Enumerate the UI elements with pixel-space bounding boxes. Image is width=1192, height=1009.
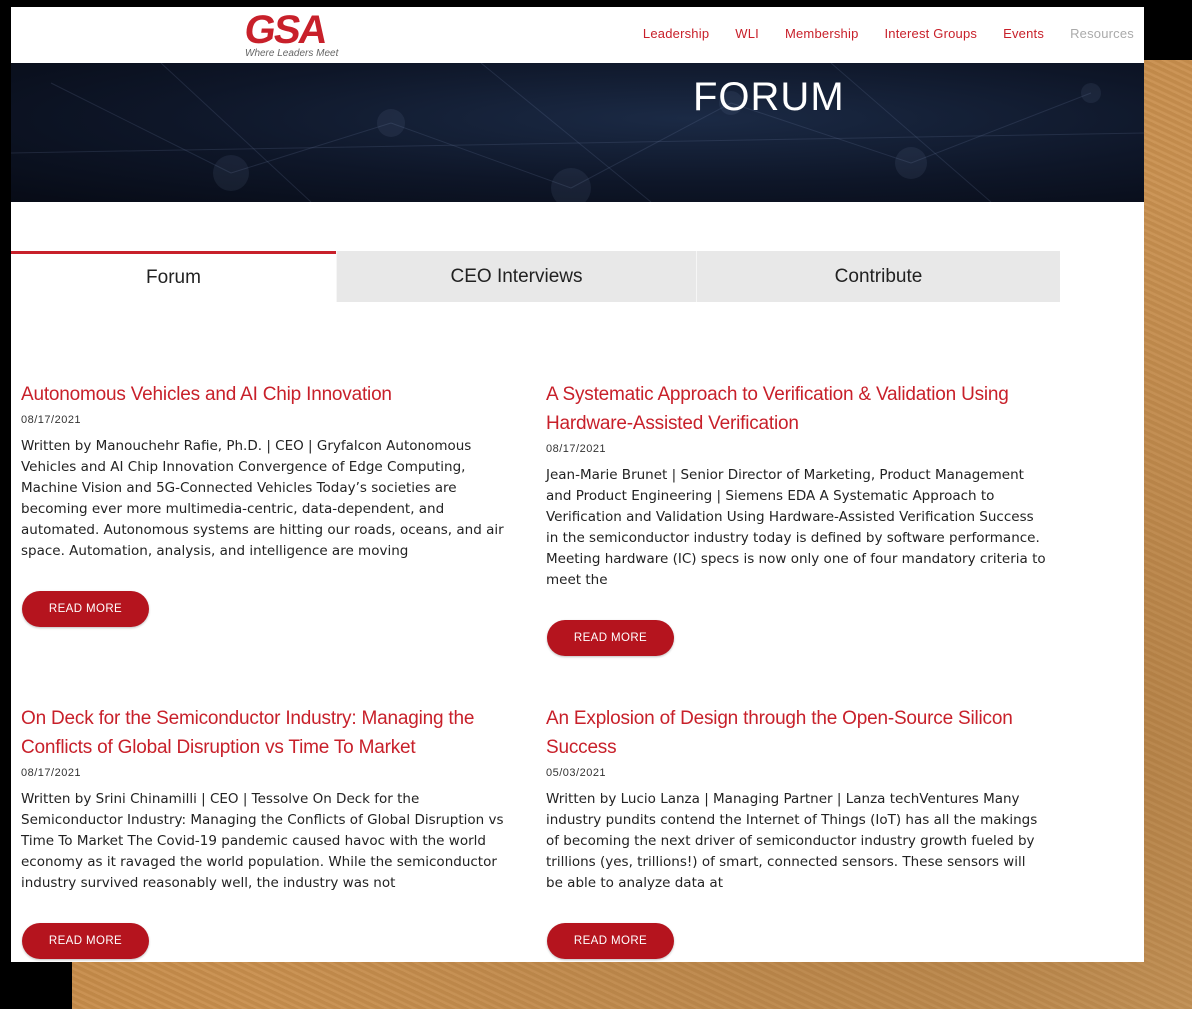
article-title[interactable]: On Deck for the Semiconductor Industry: …	[21, 704, 521, 762]
tab-contribute[interactable]: Contribute	[696, 251, 1060, 302]
nav-interest-groups[interactable]: Interest Groups	[885, 26, 978, 41]
nav-wli[interactable]: WLI	[735, 26, 759, 41]
article-excerpt: Jean-Marie Brunet | Senior Director of M…	[546, 467, 1046, 588]
article-card: On Deck for the Semiconductor Industry: …	[21, 704, 521, 894]
site-header: GSA Where Leaders Meet Leadership WLI Me…	[11, 7, 1144, 63]
logo-tagline: Where Leaders Meet	[245, 48, 339, 59]
article-excerpt: Written by Srini Chinamilli | CEO | Tess…	[21, 791, 504, 891]
article-date: 05/03/2021	[546, 767, 607, 779]
article-date: 08/17/2021	[21, 414, 82, 426]
article-date: 08/17/2021	[21, 767, 82, 779]
article-title[interactable]: A Systematic Approach to Verification & …	[546, 380, 1046, 438]
article-date: 08/17/2021	[546, 443, 607, 455]
article-excerpt: Written by Lucio Lanza | Managing Partne…	[546, 791, 1038, 891]
read-more-button[interactable]: READ MORE	[22, 591, 149, 627]
main-nav: Leadership WLI Membership Interest Group…	[643, 26, 1134, 41]
logo-mark: GSA	[241, 8, 329, 52]
tab-forum[interactable]: Forum	[11, 251, 336, 302]
tab-ceo-interviews[interactable]: CEO Interviews	[336, 251, 696, 302]
nav-membership[interactable]: Membership	[785, 26, 859, 41]
tab-bar: Forum CEO Interviews Contribute	[11, 251, 1060, 302]
network-pattern	[11, 63, 1144, 202]
article-card: A Systematic Approach to Verification & …	[546, 380, 1046, 591]
read-more-button[interactable]: READ MORE	[547, 620, 674, 656]
article-title[interactable]: Autonomous Vehicles and AI Chip Innovati…	[21, 380, 521, 409]
article-card: An Explosion of Design through the Open-…	[546, 704, 1046, 894]
nav-resources[interactable]: Resources	[1070, 26, 1134, 41]
article-excerpt: Written by Manouchehr Rafie, Ph.D. | CEO…	[21, 438, 504, 559]
read-more-button[interactable]: READ MORE	[547, 923, 674, 959]
gsa-logo[interactable]: GSA Where Leaders Meet	[241, 8, 355, 60]
nav-events[interactable]: Events	[1003, 26, 1044, 41]
page-title: FORUM	[693, 75, 845, 119]
article-card: Autonomous Vehicles and AI Chip Innovati…	[21, 380, 521, 562]
article-title[interactable]: An Explosion of Design through the Open-…	[546, 704, 1046, 762]
nav-leadership[interactable]: Leadership	[643, 26, 709, 41]
web-page: GSA Where Leaders Meet Leadership WLI Me…	[11, 7, 1144, 962]
read-more-button[interactable]: READ MORE	[22, 923, 149, 959]
hero-banner: FORUM	[11, 63, 1144, 202]
